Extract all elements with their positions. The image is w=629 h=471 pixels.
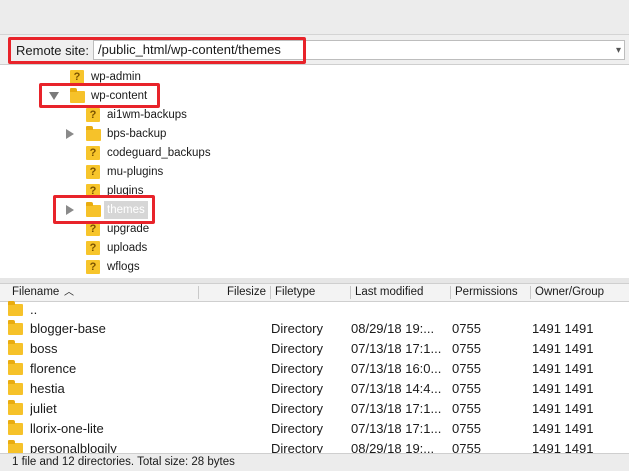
column-owner-group[interactable]: Owner/Group bbox=[535, 284, 604, 301]
status-text: 1 file and 12 directories. Total size: 2… bbox=[12, 456, 235, 468]
file-name: llorix-one-lite bbox=[30, 421, 104, 436]
themes-highlight bbox=[53, 195, 155, 224]
file-row[interactable]: boss Directory 07/13/18 17:1... 0755 149… bbox=[0, 339, 629, 359]
tree-item-label: bps-backup bbox=[107, 128, 167, 140]
column-filename[interactable]: Filename bbox=[12, 284, 59, 301]
folder-icon bbox=[8, 320, 23, 335]
file-name: .. bbox=[30, 302, 38, 317]
question-folder-icon: ? bbox=[86, 108, 100, 122]
file-permissions: 0755 bbox=[452, 441, 481, 453]
file-owner: 1491 1491 bbox=[532, 381, 594, 396]
tree-item-label: ai1wm-backups bbox=[107, 109, 187, 121]
tree-item-mu-plugins[interactable]: ? mu-plugins bbox=[0, 163, 300, 181]
tree-item-codeguard-backups[interactable]: ? codeguard_backups bbox=[0, 144, 300, 162]
folder-icon bbox=[8, 301, 23, 316]
file-owner: 1491 1491 bbox=[532, 401, 594, 416]
file-row[interactable]: florence Directory 07/13/18 16:0... 0755… bbox=[0, 359, 629, 379]
question-folder-icon: ? bbox=[86, 222, 100, 236]
tree-item-uploads[interactable]: ? uploads bbox=[0, 239, 300, 257]
file-type: Directory bbox=[271, 401, 324, 416]
column-separator[interactable] bbox=[530, 286, 531, 299]
question-folder-icon: ? bbox=[86, 241, 100, 255]
file-row[interactable]: llorix-one-lite Directory 07/13/18 17:1.… bbox=[0, 419, 629, 439]
file-type: Directory bbox=[271, 341, 324, 356]
file-type: Directory bbox=[271, 361, 324, 376]
file-permissions: 0755 bbox=[452, 341, 481, 356]
file-name: florence bbox=[30, 361, 77, 376]
question-folder-icon: ? bbox=[86, 165, 100, 179]
file-row[interactable]: blogger-base Directory 08/29/18 19:... 0… bbox=[0, 319, 629, 339]
tree-item-label: mu-plugins bbox=[107, 166, 164, 178]
toolbar-strip bbox=[0, 0, 629, 35]
file-name: blogger-base bbox=[30, 321, 106, 336]
file-owner: 1491 1491 bbox=[532, 321, 594, 336]
file-modified: 07/13/18 17:1... bbox=[351, 421, 442, 436]
file-owner: 1491 1491 bbox=[532, 421, 594, 436]
file-type: Directory bbox=[271, 321, 324, 336]
file-row[interactable]: hestia Directory 07/13/18 14:4... 0755 1… bbox=[0, 379, 629, 399]
file-owner: 1491 1491 bbox=[532, 341, 594, 356]
folder-icon bbox=[8, 380, 23, 395]
tree-item-bps-backup[interactable]: bps-backup bbox=[0, 125, 300, 143]
file-modified: 08/29/18 19:... bbox=[351, 441, 435, 453]
file-name: juliet bbox=[30, 401, 57, 416]
column-separator[interactable] bbox=[350, 286, 351, 299]
question-folder-icon: ? bbox=[86, 146, 100, 160]
question-folder-icon: ? bbox=[86, 260, 100, 274]
tree-item-wflogs[interactable]: ? wflogs bbox=[0, 258, 300, 276]
file-type: Directory bbox=[271, 381, 324, 396]
file-permissions: 0755 bbox=[452, 381, 481, 396]
tree-item-label: uploads bbox=[107, 242, 148, 254]
column-filetype[interactable]: Filetype bbox=[275, 284, 315, 301]
file-owner: 1491 1491 bbox=[532, 441, 594, 453]
folder-icon bbox=[8, 360, 23, 375]
file-row[interactable]: personalblogily Directory 08/29/18 19:..… bbox=[0, 439, 629, 453]
file-permissions: 0755 bbox=[452, 401, 481, 416]
chevron-down-icon[interactable]: ▾ bbox=[616, 42, 621, 60]
file-name: hestia bbox=[30, 381, 65, 396]
folder-icon bbox=[8, 400, 23, 415]
file-modified: 07/13/18 17:1... bbox=[351, 341, 442, 356]
file-type: Directory bbox=[271, 441, 324, 453]
question-folder-icon: ? bbox=[70, 70, 84, 84]
remote-site-highlight bbox=[8, 37, 306, 64]
tree-item-label: codeguard_backups bbox=[107, 147, 211, 159]
collapsed-arrow-icon[interactable] bbox=[66, 129, 74, 139]
column-separator[interactable] bbox=[270, 286, 271, 299]
file-modified: 07/13/18 14:4... bbox=[351, 381, 442, 396]
folder-icon bbox=[8, 440, 23, 453]
file-modified: 07/13/18 16:0... bbox=[351, 361, 442, 376]
column-separator[interactable] bbox=[450, 286, 451, 299]
tree-item-ai1wm-backups[interactable]: ? ai1wm-backups bbox=[0, 106, 300, 124]
sort-ascending-icon[interactable]: ︿ bbox=[64, 284, 74, 301]
folder-icon bbox=[8, 340, 23, 355]
folder-icon bbox=[8, 420, 23, 435]
file-owner: 1491 1491 bbox=[532, 361, 594, 376]
wp-content-highlight bbox=[39, 83, 160, 108]
file-row[interactable]: .. bbox=[0, 300, 629, 320]
column-filesize[interactable]: Filesize bbox=[227, 284, 266, 301]
file-modified: 08/29/18 19:... bbox=[351, 321, 435, 336]
column-separator[interactable] bbox=[198, 286, 199, 299]
status-bar: 1 file and 12 directories. Total size: 2… bbox=[0, 453, 629, 471]
file-name: personalblogily bbox=[30, 441, 117, 453]
file-modified: 07/13/18 17:1... bbox=[351, 401, 442, 416]
folder-icon bbox=[86, 126, 101, 141]
file-row[interactable]: juliet Directory 07/13/18 17:1... 0755 1… bbox=[0, 399, 629, 419]
file-permissions: 0755 bbox=[452, 361, 481, 376]
column-last-modified[interactable]: Last modified bbox=[355, 284, 423, 301]
file-permissions: 0755 bbox=[452, 421, 481, 436]
file-type: Directory bbox=[271, 421, 324, 436]
file-name: boss bbox=[30, 341, 58, 356]
tree-item-label: wflogs bbox=[107, 261, 140, 273]
file-permissions: 0755 bbox=[452, 321, 481, 336]
column-permissions[interactable]: Permissions bbox=[455, 284, 518, 301]
